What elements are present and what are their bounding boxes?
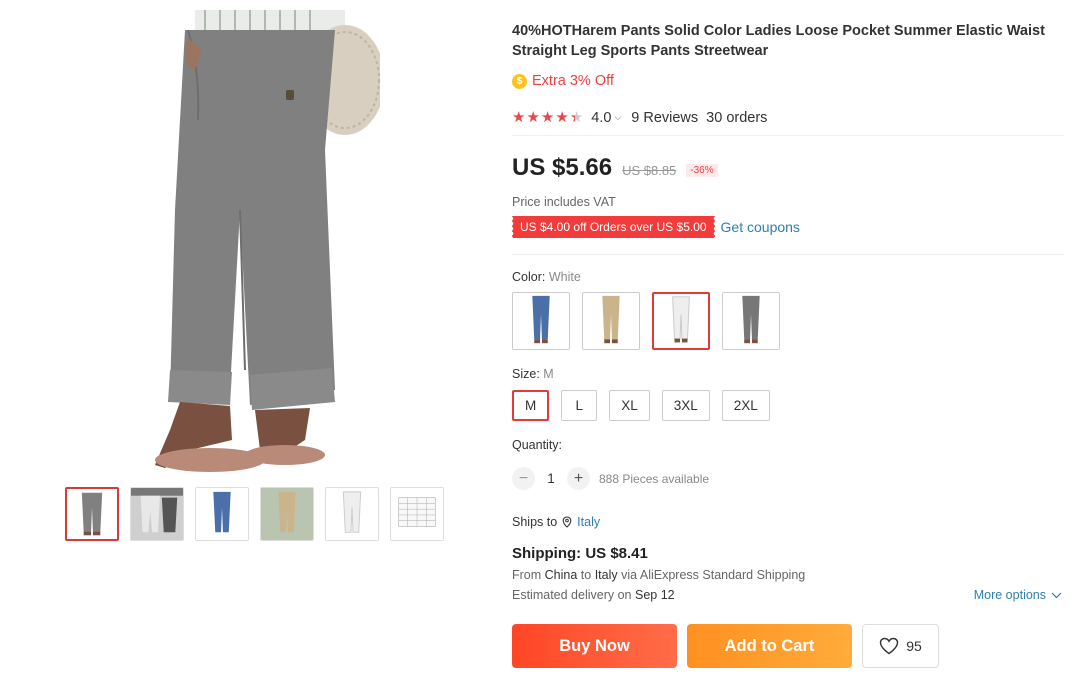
thumbnail-5[interactable] <box>325 487 379 541</box>
heart-icon <box>880 637 899 655</box>
thumbnail-4[interactable] <box>260 487 314 541</box>
chevron-down-icon <box>1051 592 1062 598</box>
star-icon: ★ <box>555 109 569 126</box>
shipping-from-country: China <box>544 568 578 582</box>
orders-count: 30 orders <box>706 109 768 126</box>
pieces-available: 888 Pieces available <box>599 471 710 486</box>
coupon-row: US $4.00 off Orders over US $5.00 Get co… <box>511 216 800 238</box>
size-label: Size: M <box>512 367 554 381</box>
shipping-route: From China to Italy via AliExpress Stand… <box>512 568 805 582</box>
size-selected-value: M <box>543 367 554 381</box>
star-icon: ★ <box>512 109 526 126</box>
shipping-method: via AliExpress Standard Shipping <box>617 568 806 582</box>
star-icon: ★ <box>540 109 555 126</box>
more-options-link[interactable]: More options <box>974 588 1062 602</box>
thumbnail-size-chart[interactable] <box>390 487 444 541</box>
size-option-xl[interactable]: XL <box>609 390 650 421</box>
size-label-text: Size: <box>512 367 544 381</box>
quantity-decrease-button[interactable]: − <box>512 467 535 490</box>
main-product-image[interactable] <box>110 10 380 472</box>
ships-to-label: Ships to <box>512 515 558 529</box>
price-row: US $5.66 US $8.85 -36% <box>512 154 718 182</box>
thumbnail-strip <box>65 487 444 541</box>
wishlist-count: 95 <box>906 638 922 654</box>
vat-note: Price includes VAT <box>512 195 616 209</box>
discount-badge: -36% <box>686 164 718 177</box>
original-price: US $8.85 <box>622 163 677 178</box>
rating-dropdown[interactable]: 4.0 ⌵ <box>591 110 621 126</box>
extra-discount-label: Extra 3% Off <box>532 73 614 89</box>
quantity-increase-button[interactable]: + <box>567 467 590 490</box>
size-option-m[interactable]: M <box>512 390 550 421</box>
divider <box>512 254 1064 255</box>
shipping-from-prefix: From <box>512 568 545 582</box>
star-rating: ★ ★ ★ ★ ★ <box>512 110 583 125</box>
chevron-down-icon: ⌵ <box>614 112 622 122</box>
quantity-label: Quantity: <box>512 438 563 452</box>
color-label-text: Color: <box>512 270 549 284</box>
size-option-3xl[interactable]: 3XL <box>661 390 710 421</box>
estimated-delivery-prefix: Estimated delivery on <box>512 588 635 602</box>
thumbnail-1[interactable] <box>65 487 119 541</box>
more-options-label: More options <box>973 588 1046 602</box>
color-option-blue[interactable] <box>512 292 570 350</box>
extra-discount: $ Extra 3% Off <box>512 73 614 89</box>
size-options: M L XL 3XL 2XL <box>512 390 770 421</box>
ships-to: Ships to Italy <box>512 515 600 529</box>
thumbnail-2[interactable] <box>130 487 184 541</box>
coupon-badge: US $4.00 off Orders over US $5.00 <box>511 216 715 238</box>
star-half-icon: ★ <box>569 109 584 126</box>
coin-icon: $ <box>512 73 527 89</box>
location-pin-icon <box>562 516 572 528</box>
quantity-value[interactable]: 1 <box>535 471 567 486</box>
product-title: 40%HOTHarem Pants Solid Color Ladies Loo… <box>512 23 1045 59</box>
get-coupons-link[interactable]: Get coupons <box>721 219 800 235</box>
reviews-link[interactable]: 9 Reviews <box>631 110 698 126</box>
current-price: US $5.66 <box>512 154 613 181</box>
ships-to-destination[interactable]: Italy <box>577 515 600 529</box>
color-option-gray[interactable] <box>722 292 780 350</box>
pants-illustration <box>155 10 380 472</box>
buy-now-button[interactable]: Buy Now <box>512 624 677 668</box>
color-option-khaki[interactable] <box>582 292 640 350</box>
thumbnail-3[interactable] <box>195 487 249 541</box>
shipping-cost: Shipping: US $8.41 <box>512 545 648 562</box>
color-option-white[interactable] <box>652 292 710 350</box>
color-label: Color: White <box>512 270 581 284</box>
star-icon: ★ <box>526 109 540 126</box>
rating-row: ★ ★ ★ ★ ★ 4.0 ⌵ 9 Reviews 30 orders <box>512 106 1064 136</box>
size-option-l[interactable]: L <box>561 390 598 421</box>
color-selected-value: White <box>548 270 581 284</box>
estimated-delivery-date: Sep 12 <box>634 588 675 602</box>
color-options <box>512 292 780 350</box>
purchase-actions: Buy Now Add to Cart 95 <box>512 624 939 668</box>
estimated-delivery: Estimated delivery on Sep 12 <box>512 588 675 602</box>
quantity-stepper: − 1 + 888 Pieces available <box>512 467 709 490</box>
shipping-to-word: to <box>577 568 595 582</box>
size-option-2xl[interactable]: 2XL <box>721 390 770 421</box>
shipping-to-country: Italy <box>594 568 618 582</box>
rating-value: 4.0 <box>591 109 612 126</box>
wishlist-button[interactable]: 95 <box>862 624 939 668</box>
add-to-cart-button[interactable]: Add to Cart <box>687 624 852 668</box>
